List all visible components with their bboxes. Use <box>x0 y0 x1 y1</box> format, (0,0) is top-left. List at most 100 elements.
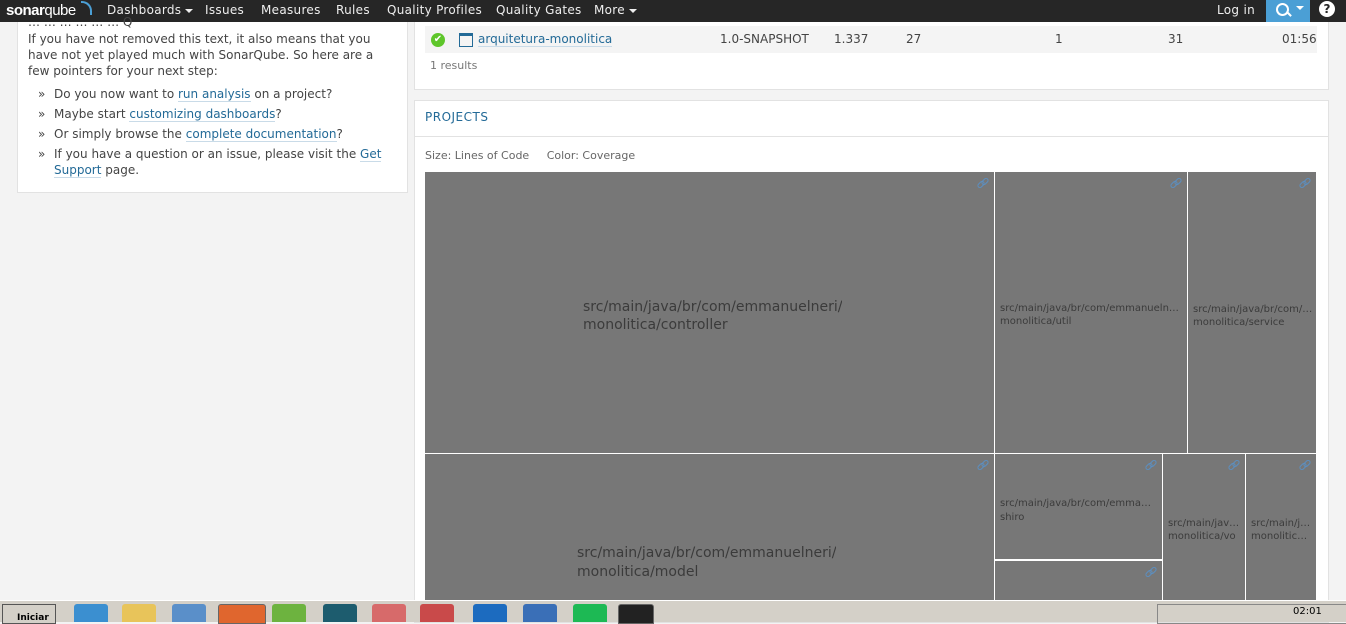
app-icon[interactable] <box>420 604 454 622</box>
welcome-widget: … … … … … … Q If you have not removed th… <box>17 15 408 193</box>
app-icon[interactable] <box>323 604 357 622</box>
cell-label-line: monolitica/service <box>1193 317 1285 328</box>
list-item: » Or simply browse the complete document… <box>38 126 398 142</box>
cell-label-line: src/main/java/br/com/emmanuelneri/ <box>1251 518 1313 529</box>
link-icon[interactable] <box>1145 459 1156 470</box>
divider <box>415 136 1328 137</box>
nav-label: Measures <box>261 3 321 17</box>
project-name-link[interactable]: arquitetura-monolitica <box>478 32 613 47</box>
caret-down-icon <box>1296 6 1304 10</box>
start-label: Iniciar <box>17 613 49 623</box>
terminal-icon[interactable] <box>618 604 654 624</box>
pointer-text: Do you now want to <box>54 87 178 101</box>
treemap-cell-label: src/main/java/br/com/emmanuelneri/monoli… <box>1000 302 1182 328</box>
nav-label: Quality Gates <box>496 3 582 17</box>
search-icon-handle <box>1286 11 1292 17</box>
help-icon[interactable]: ? <box>1319 1 1335 17</box>
nav-label: Rules <box>336 3 370 17</box>
cell-label-line: src/main/java/br/com/emmanuelneri/ <box>577 545 837 561</box>
ie-icon[interactable] <box>74 604 108 622</box>
app-icon[interactable] <box>523 604 557 622</box>
treemap-cell[interactable]: src/main/java/br/com/emmanuelneri/monoli… <box>425 454 994 600</box>
bullet: » <box>38 147 46 161</box>
nav-more[interactable]: More <box>594 3 637 17</box>
folder-icon[interactable] <box>122 604 156 622</box>
treemap-legend: Size: Lines of Code Color: Coverage <box>425 149 649 162</box>
pointer-text: If you have a question or an issue, plea… <box>54 147 361 161</box>
list-item: » If you have a question or an issue, pl… <box>38 146 398 178</box>
pointer-text: page. <box>101 163 140 177</box>
top-nav: sonarqube Dashboards Issues Measures Rul… <box>0 0 1346 22</box>
treemap-cell[interactable]: src/main/java/br/com/emmanuelneri/monoli… <box>1163 454 1245 600</box>
nav-issues[interactable]: Issues <box>205 3 244 17</box>
treemap-cell[interactable]: src/main/java/br/com/emmanuelneri/monoli… <box>425 172 994 453</box>
vscode-icon[interactable] <box>473 604 507 622</box>
cell-label-line: src/main/java/br/com/emmanuelneri/ <box>1000 498 1155 509</box>
spring-icon[interactable] <box>272 604 306 622</box>
pointer-text: ? <box>275 107 282 121</box>
firefox-icon[interactable] <box>218 604 266 624</box>
media-icon[interactable] <box>172 604 206 622</box>
logo-arc-icon <box>81 1 92 15</box>
caret-down-icon <box>185 8 194 13</box>
cell-label-line: src/main/java/br/com/emmanuelneri/ <box>1168 518 1242 529</box>
link-icon[interactable] <box>1170 177 1181 188</box>
link-icon[interactable] <box>1299 177 1310 188</box>
bullet: » <box>38 87 46 101</box>
list-item: » Do you now want to run analysis on a p… <box>38 86 398 102</box>
link-icon[interactable] <box>977 177 988 188</box>
nav-quality-gates[interactable]: Quality Gates <box>496 3 582 17</box>
complete-documentation-link[interactable]: complete documentation <box>185 127 337 142</box>
treemap-cell-label: src/main/java/br/com/emmanuelneri/monoli… <box>1168 517 1242 543</box>
cell-label-line: monolitica/... <box>1251 531 1313 542</box>
run-analysis-link[interactable]: run analysis <box>178 87 251 102</box>
pointer-text: on a project? <box>250 87 333 101</box>
welcome-cut-line: … … … … … … Q <box>28 15 133 29</box>
link-icon[interactable] <box>1299 459 1310 470</box>
project-lines: 1.337 <box>834 32 869 46</box>
nav-rules[interactable]: Rules <box>336 3 370 17</box>
cell-label-line: src/main/java/br/com/emmanuelneri/ <box>1000 303 1182 314</box>
project-analysis-time: 01:56 <box>1282 32 1317 46</box>
login-link[interactable]: Log in <box>1217 3 1255 17</box>
treemap-cell-label: src/main/java/br/com/emmanuelneri/monoli… <box>1251 517 1313 543</box>
nav-measures[interactable]: Measures <box>261 3 321 17</box>
results-count: 1 results <box>430 59 478 72</box>
pointer-text: Or simply browse the <box>54 127 186 141</box>
quality-gate-passed-icon: ✔ <box>431 33 445 47</box>
treemap-cell-label: src/main/java/br/com/emmanuelneri/shiro <box>1000 497 1155 525</box>
spotify-icon[interactable] <box>573 604 607 622</box>
table-row[interactable]: ✔ arquitetura-monolitica 1.0-SNAPSHOT 1.… <box>425 26 1317 53</box>
app-icon[interactable] <box>372 604 406 622</box>
cell-label-line: src/main/java/br/com/emmanuelneri/ <box>1193 304 1313 315</box>
link-icon[interactable] <box>1228 459 1239 470</box>
nav-quality-profiles[interactable]: Quality Profiles <box>387 3 482 17</box>
link-icon[interactable] <box>1145 566 1156 577</box>
search-button[interactable] <box>1266 0 1310 22</box>
cell-label-line: monolitica/vo <box>1168 531 1236 542</box>
cell-label-line: src/main/java/br/com/emmanuelneri/ <box>583 299 843 315</box>
project-metric: 1 <box>1055 32 1063 46</box>
projects-results-widget: ✔ arquitetura-monolitica 1.0-SNAPSHOT 1.… <box>414 22 1329 90</box>
treemap-cell-label: src/main/java/br/com/emmanuelneri/monoli… <box>1193 303 1313 329</box>
treemap-cell[interactable]: src/main/java/br/com/emmanuelneri/monoli… <box>995 172 1187 453</box>
project-icon <box>459 33 473 47</box>
project-metric: 27 <box>906 32 922 46</box>
customizing-dashboards-link[interactable]: customizing dashboards <box>129 107 276 122</box>
widget-title: PROJECTS <box>425 110 489 124</box>
nav-label: Quality Profiles <box>387 3 483 17</box>
cell-label-line: shiro <box>1000 512 1025 523</box>
cell-label-line: monolitica/controller <box>583 317 728 333</box>
treemap-cell[interactable]: src/main/java/br/com/emmanuelneri/shiro <box>995 454 1162 559</box>
treemap-cell[interactable] <box>995 561 1162 600</box>
os-taskbar: Iniciar 02:01 <box>0 600 1346 624</box>
size-metric-label: Size: Lines of Code <box>425 149 530 162</box>
caret-down-icon <box>628 8 637 13</box>
bullet: » <box>38 107 46 121</box>
link-icon[interactable] <box>977 459 988 470</box>
treemap-cell[interactable]: src/main/java/br/com/emmanuelneri/monoli… <box>1246 454 1316 600</box>
start-button[interactable]: Iniciar <box>2 604 56 624</box>
treemap-cell[interactable]: src/main/java/br/com/emmanuelneri/monoli… <box>1188 172 1316 453</box>
cell-label-line: monolitica/util <box>1000 316 1072 327</box>
nav-label: Issues <box>205 3 245 17</box>
